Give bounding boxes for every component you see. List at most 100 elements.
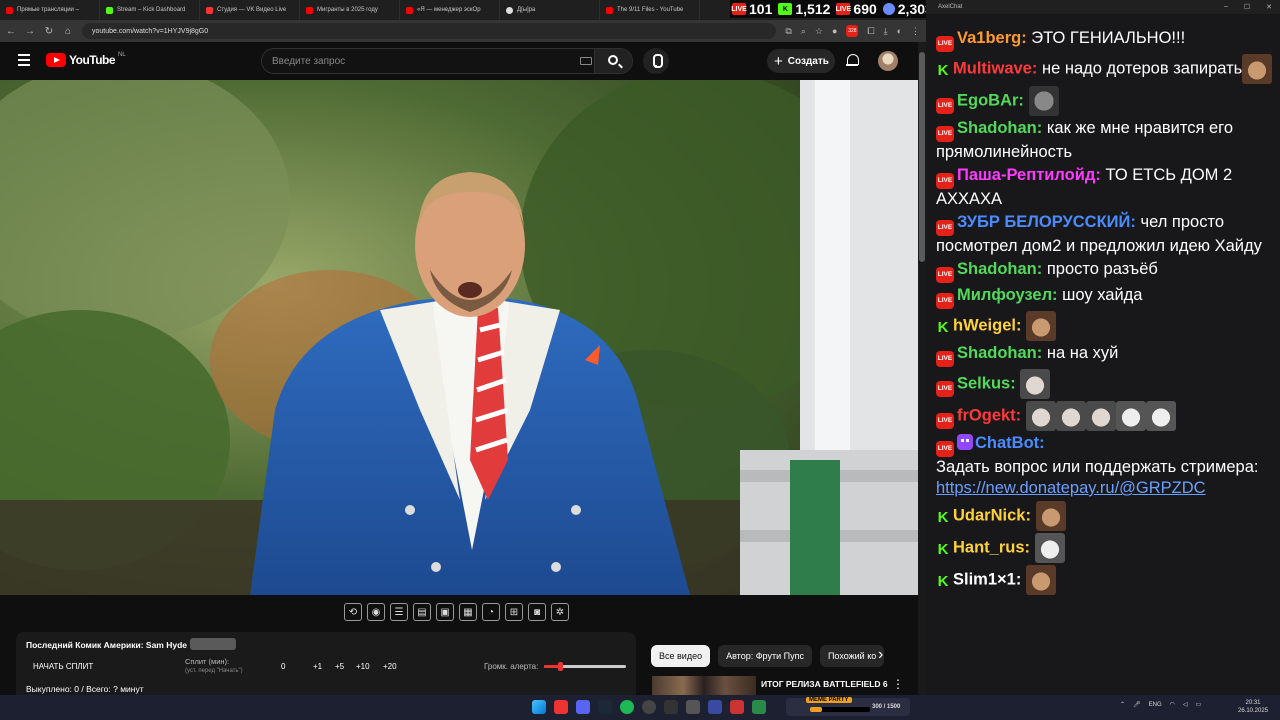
wifi-icon[interactable]: ◠ <box>1170 701 1175 708</box>
speaker-icon[interactable]: ◁ <box>1183 701 1188 708</box>
search-input[interactable] <box>262 49 572 73</box>
chat-username[interactable]: Selkus: <box>957 374 1016 392</box>
browser-tab[interactable]: Прямые трансляции – <box>0 0 100 20</box>
increment-button[interactable]: +20 <box>383 662 397 671</box>
loop-icon[interactable]: ⟲ <box>344 603 362 621</box>
chat-username[interactable]: Slim1×1: <box>953 570 1021 588</box>
menu-dots-icon[interactable]: ⋮ <box>911 26 920 37</box>
meme-party-widget[interactable]: MEME PARTY 300 / 1500 <box>786 697 910 716</box>
zoom-icon[interactable]: ⌕ <box>801 26 806 37</box>
alert-volume-knob[interactable] <box>558 662 564 671</box>
discord-icon[interactable] <box>576 700 590 714</box>
increment-button[interactable]: +5 <box>335 662 344 671</box>
chat-username[interactable]: Shadohan: <box>957 260 1042 278</box>
chevron-right-icon[interactable]: › <box>878 646 883 664</box>
home-icon[interactable]: ⌂ <box>63 26 73 37</box>
video-player[interactable] <box>0 80 918 595</box>
chat-username[interactable]: Multiwave: <box>953 59 1037 77</box>
chip-all-videos[interactable]: Все видео <box>651 645 711 667</box>
chat-username[interactable]: UdarNick: <box>953 506 1031 524</box>
browser-tab[interactable]: Stream – Kick Dashboard <box>100 0 200 20</box>
chat-username[interactable]: ЗУБР БЕЛОРУССКИЙ: <box>957 213 1136 231</box>
add-clip-icon[interactable]: ⊞ <box>505 603 523 621</box>
picture-in-picture-icon[interactable]: ▣ <box>436 603 454 621</box>
settings-gear-icon[interactable]: ✲ <box>551 603 569 621</box>
app-icon[interactable] <box>686 700 700 714</box>
extensions-icon[interactable]: ⧠ <box>867 26 874 37</box>
obs-icon[interactable] <box>642 700 656 714</box>
broadcast-icon[interactable]: ◉ <box>367 603 385 621</box>
start-split-button[interactable]: НАЧАТЬ СПЛИТ <box>33 662 93 671</box>
chat-username[interactable]: ChatBot: <box>975 434 1045 452</box>
camera-icon[interactable]: ◙ <box>528 603 546 621</box>
increment-button[interactable]: +1 <box>313 662 322 671</box>
keyboard-icon[interactable] <box>580 57 592 65</box>
app-icon[interactable] <box>730 700 744 714</box>
bookmark-star-icon[interactable]: ☆ <box>815 26 823 37</box>
subtitles-icon[interactable]: ▦ <box>459 603 477 621</box>
chevron-up-icon[interactable]: ⌃ <box>1120 701 1125 708</box>
chrome-icon[interactable] <box>554 700 568 714</box>
back-icon[interactable]: ← <box>6 26 16 37</box>
chat-username[interactable]: Shadohan: <box>957 119 1042 137</box>
youtube-logo[interactable]: YouTube NL <box>46 52 126 67</box>
chip-author[interactable]: Автор: Фрути Пупс <box>718 645 812 667</box>
page-scrollbar[interactable] <box>918 42 926 695</box>
browser-tab[interactable]: Д[ы]ра <box>500 0 600 20</box>
chat-username[interactable]: Милфоузел: <box>957 286 1058 304</box>
search-button[interactable] <box>594 49 632 73</box>
recommendation-title[interactable]: ИТОГ РЕЛИЗА BATTLEFIELD 6 <box>761 679 888 689</box>
extension-dot-icon[interactable]: ● <box>832 26 837 36</box>
browser-tab[interactable]: Студия — VK Видео Live <box>200 0 300 20</box>
reload-icon[interactable]: ↻ <box>44 26 54 37</box>
vk-favicon-icon <box>206 6 213 14</box>
windows-start-icon[interactable] <box>532 700 546 714</box>
increment-button[interactable]: +10 <box>356 662 370 671</box>
chat-username[interactable]: EgoBAr: <box>957 91 1024 109</box>
system-clock[interactable]: 20:31 26.10.2025 <box>1238 699 1268 715</box>
app-icon[interactable] <box>708 700 722 714</box>
close-icon[interactable]: ✕ <box>1266 3 1272 11</box>
chat-username[interactable]: Va1berg: <box>957 29 1027 47</box>
avatar[interactable] <box>878 51 898 71</box>
minimize-icon[interactable]: – <box>1224 3 1228 11</box>
scrollbar-thumb[interactable] <box>919 52 925 262</box>
profile-icon[interactable]: ◐ <box>897 26 902 36</box>
chat-username[interactable]: Shadohan: <box>957 344 1042 362</box>
extension-badge[interactable]: 328 <box>846 25 859 37</box>
browser-tab[interactable]: Мигранты в 2025 году <box>300 0 400 20</box>
chat-username[interactable]: Hant_rus: <box>953 538 1030 556</box>
speed-gauge-icon[interactable]: ◔ <box>482 603 500 621</box>
app-icon[interactable] <box>752 700 766 714</box>
chat-username[interactable]: Паша-Рептилойд: <box>957 166 1101 184</box>
voice-search-button[interactable] <box>643 48 669 74</box>
browser-tab[interactable]: The 9/11 Files - YouTube <box>600 0 700 20</box>
live-badge-icon: LIVE <box>936 98 954 115</box>
donate-link[interactable]: https://new.donatepay.ru/@GRPZDC <box>936 479 1206 497</box>
chat-username[interactable]: frOgekt: <box>957 406 1021 424</box>
playlist-icon[interactable]: ☰ <box>390 603 408 621</box>
spotify-icon[interactable] <box>620 700 634 714</box>
language-indicator[interactable]: ENG <box>1149 702 1162 708</box>
notifications-bell-icon[interactable] <box>846 54 859 67</box>
more-options-icon[interactable]: ⋮ <box>892 677 904 691</box>
url-field[interactable]: youtube.com/watch?v=1HYJV9j8gG0 <box>82 23 777 39</box>
battery-icon[interactable]: ▭ <box>1196 701 1202 708</box>
split-minutes-value[interactable]: 0 <box>281 662 285 671</box>
steam-icon[interactable] <box>598 700 612 714</box>
recommendation-item[interactable]: ИТОГ РЕЛИЗА BATTLEFIELD 6 ⋮ <box>652 676 918 695</box>
chip-similar[interactable]: Похожий ко <box>819 645 885 667</box>
download-icon[interactable]: ⤓ <box>884 26 888 37</box>
chat-username[interactable]: hWeigel: <box>953 316 1021 334</box>
forward-icon[interactable]: → <box>25 26 35 37</box>
clapper-icon[interactable]: ▤ <box>413 603 431 621</box>
menu-icon[interactable] <box>18 54 30 68</box>
recommendation-thumbnail[interactable] <box>652 676 756 695</box>
browser-tab[interactable]: «Я — менеджер эскОр <box>400 0 500 20</box>
create-button[interactable]: + Создать <box>767 49 835 73</box>
maximize-icon[interactable]: ☐ <box>1244 3 1250 11</box>
app-icon[interactable] <box>664 700 678 714</box>
install-icon[interactable]: ⧉ <box>785 26 791 37</box>
microphone-icon[interactable]: 🎤︎ <box>1133 701 1141 708</box>
alert-volume-slider[interactable] <box>544 662 626 671</box>
